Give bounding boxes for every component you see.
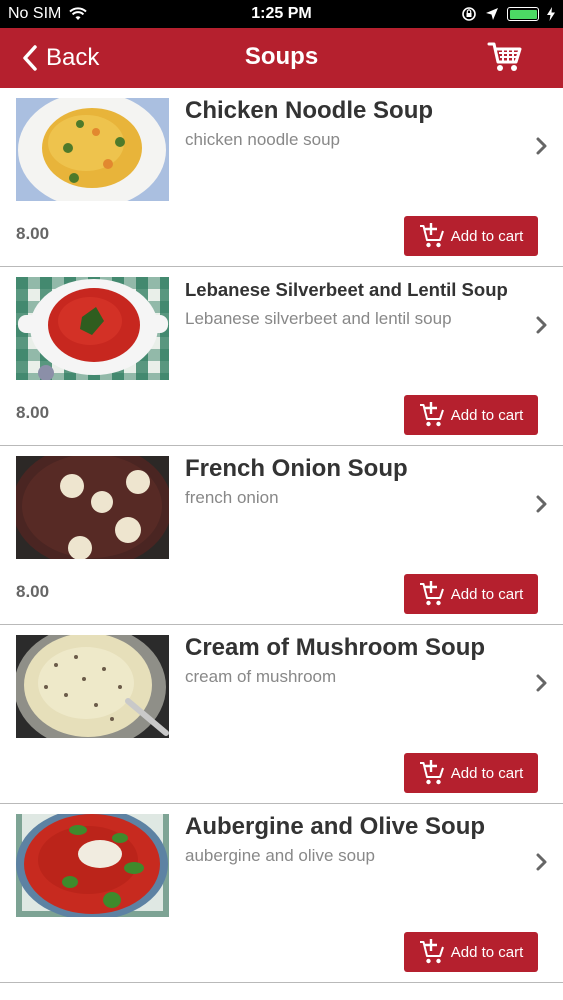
add-to-cart-label: Add to cart <box>450 943 524 961</box>
product-title: Lebanese Silverbeet and Lentil Soup <box>185 279 508 300</box>
product-description: cream of mushroom <box>185 667 337 686</box>
list-item[interactable]: Cream of Mushroom Soup cream of mushroom… <box>0 625 563 804</box>
rotation-lock-icon <box>462 7 476 21</box>
status-bar: No SIM 1:25 PM <box>0 0 563 28</box>
add-cart-icon <box>419 760 444 785</box>
chevron-right-icon <box>536 495 547 513</box>
add-to-cart-label: Add to cart <box>450 227 524 245</box>
product-price: 8.00 <box>16 403 50 422</box>
product-description: french onion <box>185 488 279 507</box>
product-title: Cream of Mushroom Soup <box>185 634 486 661</box>
add-cart-icon <box>419 223 444 248</box>
add-to-cart-label: Add to cart <box>450 406 524 424</box>
product-image <box>16 635 169 738</box>
navigation-bar: Back Soups <box>0 28 563 88</box>
chevron-right-icon <box>536 674 547 692</box>
charging-bolt-icon <box>547 7 555 21</box>
product-description: chicken noodle soup <box>185 130 341 149</box>
product-price: 8.00 <box>16 224 50 243</box>
product-description: aubergine and olive soup <box>185 846 375 865</box>
add-to-cart-label: Add to cart <box>450 585 524 603</box>
product-title: Chicken Noodle Soup <box>185 97 434 124</box>
list-item[interactable]: Chicken Noodle Soup chicken noodle soup … <box>0 88 563 267</box>
add-cart-icon <box>419 581 444 606</box>
product-price: 8.00 <box>16 582 50 601</box>
chevron-right-icon <box>536 316 547 334</box>
product-title: French Onion Soup <box>185 455 408 482</box>
product-image <box>16 277 169 380</box>
page-title: Soups <box>244 43 319 70</box>
add-to-cart-label: Add to cart <box>450 764 524 782</box>
shopping-cart-icon <box>487 42 522 71</box>
add-to-cart-button[interactable]: Add to cart <box>404 574 538 614</box>
product-image <box>16 456 169 559</box>
product-list: Chicken Noodle Soup chicken noodle soup … <box>0 88 563 983</box>
chevron-right-icon <box>536 853 547 871</box>
product-image <box>16 98 169 201</box>
cart-button[interactable] <box>487 40 523 74</box>
product-description: Lebanese silverbeet and lentil soup <box>185 309 452 328</box>
add-cart-icon <box>419 402 444 427</box>
chevron-right-icon <box>536 137 547 155</box>
add-cart-icon <box>419 939 444 964</box>
location-arrow-icon <box>486 8 498 20</box>
list-item[interactable]: Lebanese Silverbeet and Lentil Soup Leba… <box>0 267 563 446</box>
product-title: Aubergine and Olive Soup <box>185 813 486 840</box>
add-to-cart-button[interactable]: Add to cart <box>404 395 538 435</box>
product-image <box>16 814 169 917</box>
status-right <box>461 6 555 22</box>
add-to-cart-button[interactable]: Add to cart <box>404 932 538 972</box>
list-item[interactable]: French Onion Soup french onion 8.00 Add … <box>0 446 563 625</box>
list-item[interactable]: Aubergine and Olive Soup aubergine and o… <box>0 804 563 983</box>
add-to-cart-button[interactable]: Add to cart <box>404 753 538 793</box>
battery-icon <box>507 7 539 21</box>
add-to-cart-button[interactable]: Add to cart <box>404 216 538 256</box>
